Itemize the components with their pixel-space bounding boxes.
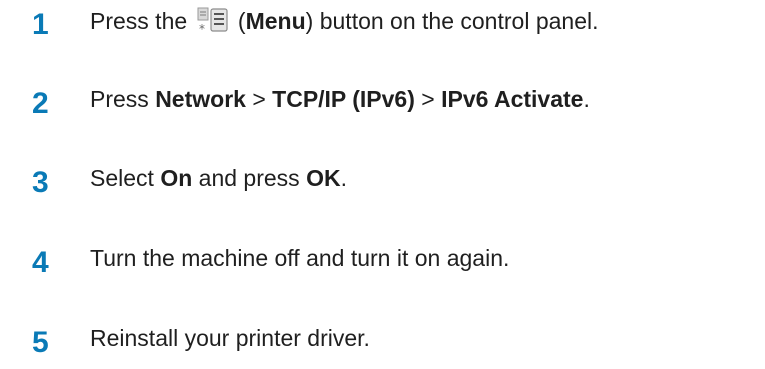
- step-instruction: Select On and press OK.: [90, 164, 347, 192]
- step-instruction: Press Network > TCP/IP (IPv6) > IPv6 Act…: [90, 85, 590, 113]
- step-number: 5: [32, 326, 49, 359]
- step-text-bold: Menu: [245, 8, 306, 34]
- step-text-bold: IPv6 Activate: [441, 86, 584, 112]
- step-text-bold: OK: [306, 165, 341, 191]
- svg-text:*: *: [199, 22, 205, 36]
- step-number: 3: [32, 166, 49, 199]
- step-text-bold: Network: [155, 86, 246, 112]
- menu-icon: *: [196, 6, 230, 36]
- step-text-segment: Select: [90, 165, 161, 191]
- step-text-segment: >: [245, 86, 273, 112]
- step-instruction: Reinstall your printer driver.: [90, 325, 370, 351]
- step-number: 4: [32, 246, 49, 279]
- step-text-segment: ) button on the control panel.: [305, 8, 599, 34]
- step-5: 5 Reinstall your printer driver.: [0, 320, 765, 360]
- step-4: 4 Turn the machine off and turn it on ag…: [0, 240, 765, 280]
- step-text-segment: Press: [90, 86, 156, 112]
- step-instruction: Turn the machine off and turn it on agai…: [90, 245, 510, 271]
- step-text-bold: TCP/IP (IPv6): [272, 86, 415, 112]
- step-2: 2 Press Network > TCP/IP (IPv6) > IPv6 A…: [0, 81, 765, 121]
- step-text-segment: >: [414, 86, 442, 112]
- step-3: 3 Select On and press OK.: [0, 160, 765, 200]
- step-text-segment: .: [583, 86, 590, 112]
- step-1: 1 Press the * (Menu) button on the contr…: [0, 2, 765, 42]
- step-text-segment: (: [231, 8, 246, 34]
- step-text-segment: Press the: [90, 8, 194, 34]
- step-text-segment: .: [340, 165, 347, 191]
- step-number: 1: [32, 8, 49, 41]
- step-instruction: Press the * (Menu) button on the control…: [90, 6, 598, 36]
- step-text-bold: On: [160, 165, 193, 191]
- step-text-segment: and press: [192, 165, 307, 191]
- step-number: 2: [32, 87, 49, 120]
